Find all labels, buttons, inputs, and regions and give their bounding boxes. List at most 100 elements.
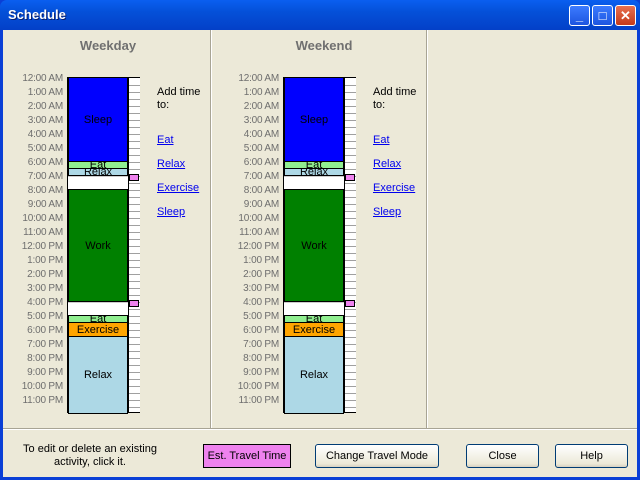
add-sleep-link[interactable]: Sleep <box>373 206 401 218</box>
time-label: 5:00 PM <box>243 311 279 322</box>
half-hour-tick <box>129 162 140 163</box>
activity-block[interactable]: Relax <box>284 168 344 176</box>
hour-gridline <box>284 302 344 303</box>
panel-title: Weekday <box>79 38 137 53</box>
add-relax-link[interactable]: Relax <box>373 158 401 170</box>
panel-weekday: Weekday 12:00 AM 1:00 AM 2:00 AM 3:00 AM 4:00… <box>3 30 217 428</box>
add-eat-link[interactable]: Eat <box>157 134 174 146</box>
half-hour-tick <box>345 386 356 387</box>
time-label: 8:00 AM <box>243 185 279 196</box>
time-label: 6:00 PM <box>243 325 279 336</box>
hour-gridline <box>284 176 344 177</box>
add-sleep-link[interactable]: Sleep <box>157 206 185 218</box>
half-hour-tick <box>129 351 140 352</box>
half-hour-tick <box>129 148 140 149</box>
add-relax-link[interactable]: Relax <box>157 158 185 170</box>
half-hour-tick <box>345 253 356 254</box>
half-hour-tick <box>345 330 356 331</box>
half-hour-tick <box>129 211 140 212</box>
travel-strip <box>344 78 356 412</box>
activity-block[interactable]: Relax <box>68 336 128 414</box>
half-hour-tick <box>345 120 356 121</box>
close-window-button[interactable]: ✕ <box>615 5 636 26</box>
half-hour-tick <box>129 323 140 324</box>
half-hour-tick <box>345 337 356 338</box>
title-bar[interactable]: Schedule _ □ ✕ <box>0 0 640 30</box>
time-label: 12:00 AM <box>22 73 63 84</box>
travel-marker[interactable] <box>345 300 355 307</box>
activity-block[interactable]: Sleep <box>68 77 128 162</box>
half-hour-tick <box>129 260 140 261</box>
time-label: 4:00 PM <box>27 297 63 308</box>
add-eat-link[interactable]: Eat <box>373 134 390 146</box>
half-hour-tick <box>345 183 356 184</box>
half-hour-tick <box>345 323 356 324</box>
time-label: 3:00 PM <box>243 283 279 294</box>
activity-block[interactable]: Work <box>68 189 128 302</box>
change-travel-mode-button[interactable]: Change Travel Mode <box>315 444 439 468</box>
half-hour-tick <box>129 127 140 128</box>
half-hour-tick <box>129 99 140 100</box>
time-label: 9:00 PM <box>243 367 279 378</box>
divider <box>210 30 212 429</box>
half-hour-tick <box>345 288 356 289</box>
half-hour-tick <box>345 274 356 275</box>
time-label: 5:00 PM <box>27 311 63 322</box>
time-label: 10:00 PM <box>21 381 63 392</box>
activity-block[interactable]: Work <box>284 189 344 302</box>
half-hour-tick <box>345 365 356 366</box>
maximize-button[interactable]: □ <box>592 5 613 26</box>
half-hour-tick <box>129 85 140 86</box>
half-hour-tick <box>345 393 356 394</box>
add-exercise-link[interactable]: Exercise <box>157 182 199 194</box>
time-label: 5:00 AM <box>243 143 279 154</box>
time-label: 12:00 PM <box>237 241 279 252</box>
half-hour-tick <box>129 365 140 366</box>
panel-weekend: Weekend 12:00 AM 1:00 AM 2:00 AM 3:00 AM 4:00… <box>219 30 433 428</box>
travel-marker[interactable] <box>129 174 139 181</box>
schedule-column[interactable]: Sleep Eat Relax Work Eat Exercise Relax <box>67 77 140 414</box>
time-label: 11:00 AM <box>23 227 63 238</box>
half-hour-tick <box>129 309 140 310</box>
add-time-label: Add time to: <box>157 86 201 111</box>
half-hour-tick <box>129 141 140 142</box>
half-hour-tick <box>345 211 356 212</box>
half-hour-tick <box>345 141 356 142</box>
add-exercise-link[interactable]: Exercise <box>373 182 415 194</box>
half-hour-tick <box>345 309 356 310</box>
activity-block[interactable]: Sleep <box>284 77 344 162</box>
half-hour-tick <box>129 155 140 156</box>
half-hour-tick <box>345 267 356 268</box>
est-travel-time-button[interactable]: Est. Travel Time <box>203 444 291 468</box>
edit-hint: To edit or delete an existing activity, … <box>23 443 157 468</box>
travel-marker[interactable] <box>129 300 139 307</box>
schedule-column[interactable]: Sleep Eat Relax Work Eat Exercise Relax <box>283 77 356 414</box>
time-label: 4:00 AM <box>27 129 63 140</box>
half-hour-tick <box>129 393 140 394</box>
half-hour-tick <box>345 134 356 135</box>
half-hour-tick <box>345 106 356 107</box>
help-button[interactable]: Help <box>555 444 628 468</box>
divider <box>3 428 637 430</box>
half-hour-tick <box>129 372 140 373</box>
activity-block[interactable]: Relax <box>68 168 128 176</box>
half-hour-tick <box>129 316 140 317</box>
time-label: 9:00 PM <box>27 367 63 378</box>
close-button[interactable]: Close <box>466 444 539 468</box>
half-hour-tick <box>129 106 140 107</box>
activity-block[interactable]: Relax <box>284 336 344 414</box>
half-hour-tick <box>129 337 140 338</box>
time-label: 2:00 PM <box>243 269 279 280</box>
activity-block[interactable]: Exercise <box>68 322 128 337</box>
half-hour-tick <box>129 190 140 191</box>
time-label: 1:00 PM <box>243 255 279 266</box>
activity-block[interactable]: Exercise <box>284 322 344 337</box>
half-hour-tick <box>345 127 356 128</box>
minimize-button[interactable]: _ <box>569 5 590 26</box>
half-hour-tick <box>129 295 140 296</box>
half-hour-tick <box>129 225 140 226</box>
time-label: 6:00 AM <box>27 157 63 168</box>
travel-marker[interactable] <box>345 174 355 181</box>
half-hour-tick <box>129 330 140 331</box>
hour-gridline <box>68 176 128 177</box>
